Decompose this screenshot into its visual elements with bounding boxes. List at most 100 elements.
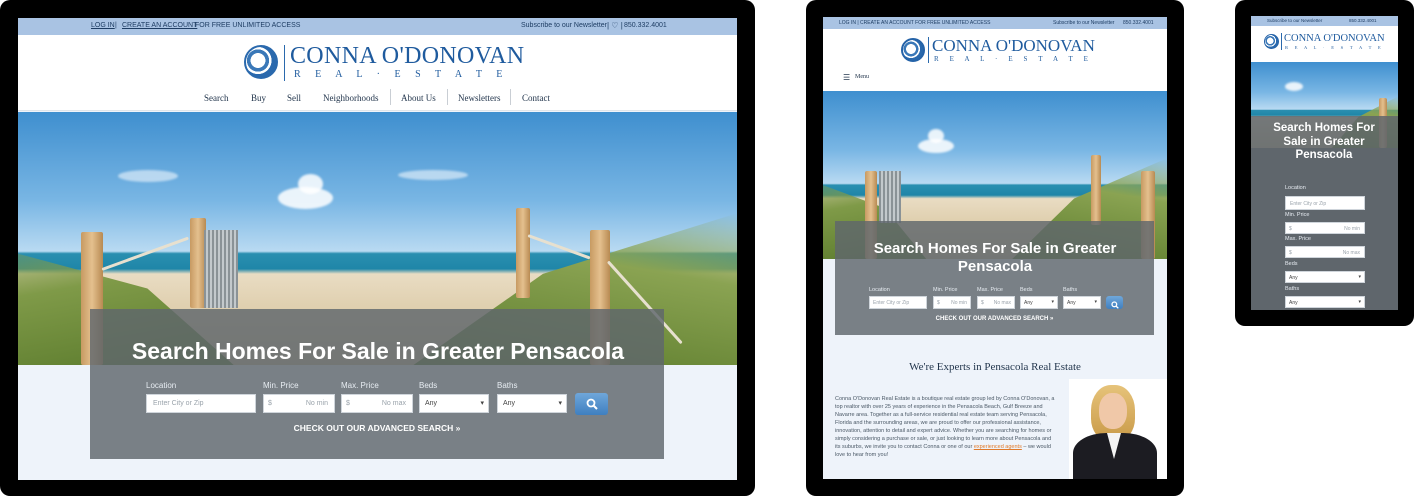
top-bar: LOG IN | CREATE AN ACCOUNT FOR FREE UNLI…	[18, 18, 737, 35]
min-price-placeholder: No min	[951, 300, 967, 306]
search-title: Search Homes For Sale in Greater Pensaco…	[131, 338, 625, 364]
location-input[interactable]: Enter City or Zip	[146, 394, 256, 413]
nav-buy[interactable]: Buy	[251, 93, 266, 103]
min-price-label: Min. Price	[263, 381, 299, 390]
nav-sell[interactable]: Sell	[287, 93, 301, 103]
chevron-down-icon: ▾	[1358, 299, 1361, 305]
beds-label: Beds	[1285, 261, 1298, 267]
advanced-search-link[interactable]: CHECK OUT OUR ADVANCED SEARCH »	[90, 423, 664, 433]
nav-divider	[510, 89, 511, 105]
chevron-down-icon: ▾	[480, 400, 484, 407]
max-price-placeholder: No max	[993, 300, 1011, 306]
max-price-label: Max. Price	[977, 287, 1003, 293]
min-price-label: Min. Price	[933, 287, 958, 293]
nav-about-us[interactable]: About Us	[401, 93, 436, 103]
advanced-search-link[interactable]: CHECK OUT OUR ADVANCED SEARCH »	[835, 316, 1154, 322]
newsletter-link[interactable]: Subscribe to our Newsletter	[1053, 20, 1114, 26]
max-price-label: Max. Price	[1285, 236, 1311, 242]
max-price-input[interactable]: $ No max	[1285, 246, 1365, 258]
create-account-link[interactable]: CREATE AN ACCOUNT	[122, 22, 197, 29]
baths-value: Any	[1067, 300, 1076, 306]
wave-logo-icon[interactable]	[901, 38, 925, 62]
unlimited-access-text: FOR FREE UNLIMITED ACCESS	[195, 22, 301, 29]
menu-label[interactable]: Menu	[855, 74, 869, 80]
top-bar: Subscribe to our Newsletter 850.332.4001	[1251, 16, 1398, 26]
max-price-placeholder: No max	[1342, 250, 1360, 256]
nav-newsletters[interactable]: Newsletters	[458, 93, 501, 103]
search-title: Search Homes For Sale in Greater Pensaco…	[1273, 122, 1375, 161]
tablet-device-frame: LOG IN | CREATE AN ACCOUNT FOR FREE UNLI…	[806, 0, 1184, 496]
phone-link[interactable]: 850.332.4001	[1123, 20, 1154, 26]
chevron-down-icon: ▾	[1358, 274, 1361, 280]
nav-contact[interactable]: Contact	[522, 93, 550, 103]
min-price-input[interactable]: $ No min	[933, 296, 971, 309]
chevron-down-icon: ▾	[1094, 299, 1097, 305]
experts-body-text: Conna O'Donovan Real Estate is a boutiqu…	[835, 396, 1055, 450]
min-price-input[interactable]: $ No min	[263, 394, 335, 413]
experts-body: Conna O'Donovan Real Estate is a boutiqu…	[835, 395, 1057, 459]
logo-name[interactable]: CONNA O'DONOVAN	[290, 43, 524, 70]
dollar-sign: $	[1289, 226, 1292, 232]
min-price-input[interactable]: $ No min	[1285, 222, 1365, 234]
logo-name[interactable]: CONNA O'DONOVAN	[932, 36, 1095, 56]
location-input[interactable]: Enter City or Zip	[1285, 196, 1365, 210]
baths-value: Any	[503, 400, 516, 407]
nav-neighborhoods[interactable]: Neighborhoods	[323, 93, 379, 103]
divider: |	[115, 22, 117, 29]
experienced-agents-link[interactable]: experienced agents	[974, 444, 1022, 450]
location-input[interactable]: Enter City or Zip	[869, 296, 927, 309]
heart-icon: | ♡ |	[607, 21, 623, 30]
phone-device-frame: Subscribe to our Newsletter 850.332.4001…	[1235, 0, 1414, 326]
rope	[527, 234, 591, 260]
login-link[interactable]: LOG IN	[91, 22, 115, 29]
wave-logo-icon[interactable]	[1264, 34, 1279, 49]
max-price-label: Max. Price	[341, 381, 379, 390]
search-title: Search Homes For Sale in Greater Pensaco…	[873, 240, 1117, 275]
cloud	[398, 170, 468, 180]
site-header: CONNA O'DONOVAN R E A L · E S T A T E	[1251, 26, 1398, 62]
logo-divider	[284, 45, 285, 81]
logo-subtitle: R E A L · E S T A T E	[1285, 45, 1384, 50]
account-links[interactable]: LOG IN | CREATE AN ACCOUNT FOR FREE UNLI…	[839, 20, 990, 26]
beds-select[interactable]: Any ▾	[1285, 271, 1365, 283]
trash-bin	[879, 171, 901, 223]
logo-name[interactable]: CONNA O'DONOVAN	[1284, 33, 1385, 44]
baths-label: Baths	[1285, 286, 1300, 292]
fence-post	[516, 208, 530, 298]
beds-select[interactable]: Any ▾	[1020, 296, 1058, 309]
beds-value: Any	[1289, 275, 1298, 281]
min-price-label: Min. Price	[1285, 212, 1310, 218]
search-button[interactable]	[575, 393, 608, 415]
min-price-placeholder: No min	[305, 400, 328, 407]
beds-label: Beds	[419, 381, 438, 390]
nav-divider	[390, 89, 391, 105]
wave-logo-icon[interactable]	[244, 45, 278, 79]
experts-heading: We're Experts in Pensacola Real Estate	[909, 361, 1081, 373]
agent-face	[1099, 393, 1127, 429]
chevron-down-icon: ▾	[558, 400, 562, 407]
logo-subtitle: R E A L · E S T A T E	[934, 55, 1093, 63]
phone-link[interactable]: 850.332.4001	[1349, 18, 1377, 23]
max-price-input[interactable]: $ No max	[341, 394, 413, 413]
location-label: Location	[869, 287, 890, 293]
baths-label: Baths	[497, 381, 518, 390]
baths-select[interactable]: Any ▾	[1285, 296, 1365, 308]
nav-divider	[447, 89, 448, 105]
max-price-input[interactable]: $ No max	[977, 296, 1015, 309]
hamburger-menu-icon[interactable]: ☰	[843, 73, 850, 82]
newsletter-link[interactable]: Subscribe to our Newsletter	[1267, 18, 1322, 23]
nav-search[interactable]: Search	[204, 93, 229, 103]
baths-select[interactable]: Any ▾	[497, 394, 567, 413]
dollar-sign: $	[937, 300, 940, 306]
phone-link[interactable]: 850.332.4001	[624, 22, 667, 29]
beds-value: Any	[1024, 300, 1033, 306]
rope	[101, 236, 189, 271]
newsletter-link[interactable]: Subscribe to our Newsletter	[521, 22, 607, 29]
baths-label: Baths	[1063, 287, 1078, 293]
location-label: Location	[146, 381, 177, 390]
beds-value: Any	[425, 400, 438, 407]
baths-select[interactable]: Any ▾	[1063, 296, 1101, 309]
beds-select[interactable]: Any ▾	[419, 394, 489, 413]
search-button[interactable]	[1106, 296, 1123, 309]
cloud	[928, 129, 944, 143]
